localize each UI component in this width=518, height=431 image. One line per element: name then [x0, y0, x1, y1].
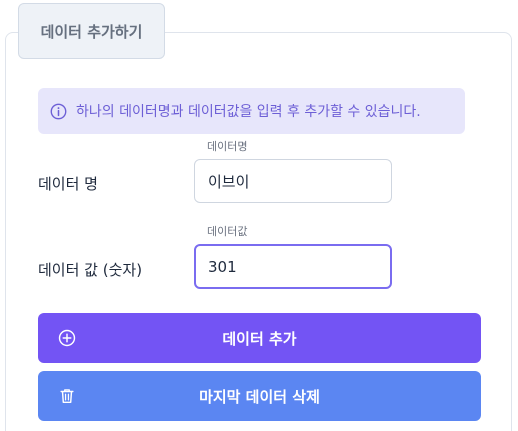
tab-add-data[interactable]: 데이터 추가하기	[18, 3, 165, 59]
delete-last-data-button[interactable]: 마지막 데이터 삭제	[38, 371, 481, 421]
name-floating-label: 데이터명	[207, 140, 248, 153]
add-data-button-label: 데이터 추가	[222, 329, 297, 348]
data-add-page: 데이터 추가하기 하나의 데이터명과 데이터값을 입력 후 추가할 수 있습니다…	[0, 0, 518, 431]
tab-label: 데이터 추가하기	[40, 22, 143, 41]
value-input[interactable]	[194, 244, 392, 289]
name-input[interactable]	[194, 159, 392, 203]
info-message: 하나의 데이터명과 데이터값을 입력 후 추가할 수 있습니다.	[76, 104, 421, 120]
value-field-label: 데이터 값 (숫자)	[38, 261, 143, 279]
value-floating-label: 데이터값	[207, 225, 248, 238]
delete-last-data-button-label: 마지막 데이터 삭제	[199, 387, 320, 406]
plus-circle-icon	[58, 329, 76, 347]
info-icon	[50, 103, 67, 119]
add-data-button[interactable]: 데이터 추가	[38, 313, 481, 363]
info-banner: 하나의 데이터명과 데이터값을 입력 후 추가할 수 있습니다.	[38, 88, 465, 134]
trash-icon	[60, 389, 74, 404]
name-field-label: 데이터 명	[38, 175, 98, 193]
